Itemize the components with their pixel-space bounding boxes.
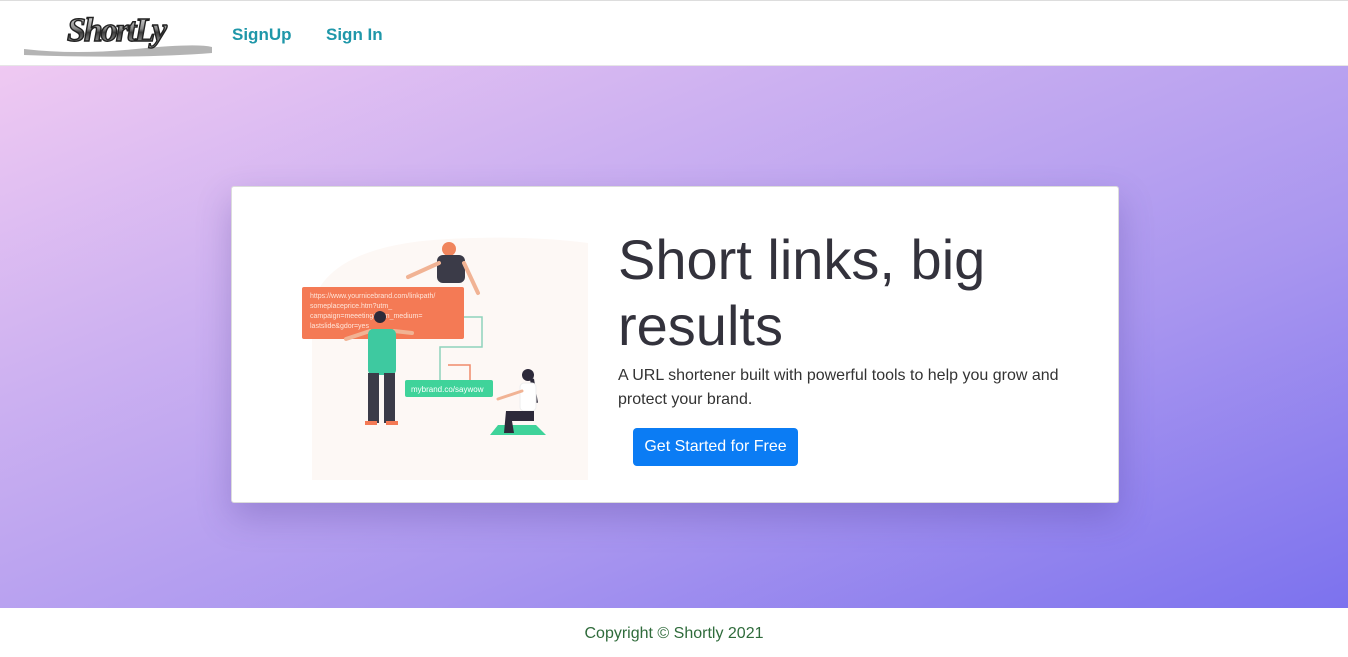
long-url-line: https://www.yournicebrand.com/linkpath/: [310, 293, 435, 300]
signin-link[interactable]: Sign In: [326, 25, 383, 45]
hero-subtext: A URL shortener built with powerful tool…: [618, 367, 1059, 408]
long-url-line: someplaceprice.htm?utm_: [310, 303, 392, 310]
brand-logo[interactable]: ShortLy: [16, 9, 216, 59]
long-url-line: campaign=meeeting&utm_medium=: [310, 313, 422, 320]
footer: Copyright © Shortly 2021: [0, 608, 1348, 657]
long-url-line: lastslide&gdor=yes: [310, 323, 369, 330]
svg-text:ShortLy: ShortLy: [67, 12, 168, 49]
hero-card: https://www.yournicebrand.com/linkpath/ …: [231, 186, 1119, 503]
hero-section: https://www.yournicebrand.com/linkpath/ …: [0, 66, 1348, 608]
copyright-text: Copyright © Shortly 2021: [584, 625, 764, 642]
short-url-text: mybrand.co/saywow: [411, 385, 484, 394]
link-shortening-illustration: https://www.yournicebrand.com/linkpath/ …: [302, 237, 588, 480]
navbar: ShortLy SignUp Sign In: [0, 0, 1348, 66]
get-started-button[interactable]: Get Started for Free: [633, 428, 798, 466]
signup-link[interactable]: SignUp: [232, 25, 292, 45]
hero-headline: Short links, big results: [618, 228, 986, 357]
